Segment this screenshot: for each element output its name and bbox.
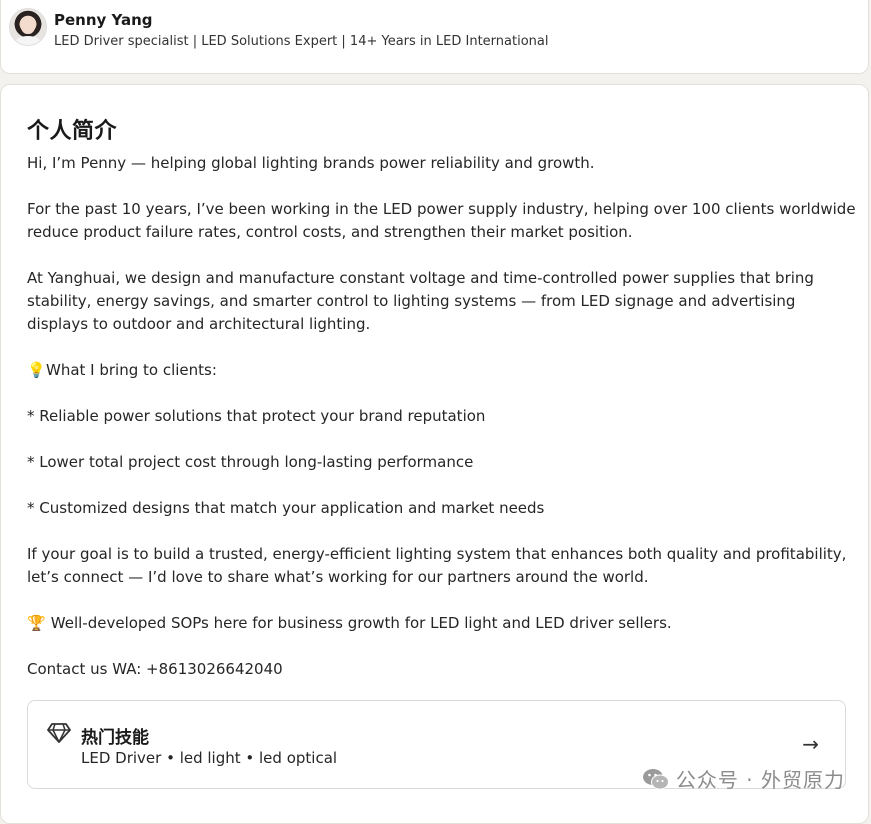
- avatar[interactable]: [9, 8, 47, 46]
- section-title: 个人简介: [27, 119, 118, 144]
- profile-name[interactable]: Penny Yang: [54, 11, 153, 29]
- watermark-text: 公众号 · 外贸原力: [675, 768, 845, 792]
- about-bullet: * Lower total project cost through long-…: [27, 453, 474, 471]
- arrow-right-icon[interactable]: →: [802, 732, 819, 756]
- about-bullet: * Customized designs that match your app…: [27, 499, 545, 517]
- skills-list: LED Driver • led light • led optical: [81, 749, 338, 767]
- about-line-text: What I bring to clients:: [46, 361, 217, 379]
- trophy-icon: 🏆: [27, 614, 46, 632]
- about-bullet: * Reliable power solutions that protect …: [27, 407, 486, 425]
- watermark: 公众号 · 外贸原力: [642, 764, 845, 793]
- diamond-icon: [47, 723, 71, 743]
- about-line: Hi, I’m Penny — helping global lighting …: [27, 154, 595, 172]
- about-contact: Contact us WA: +8613026642040: [27, 660, 283, 678]
- about-line-sops: 🏆 Well-developed SOPs here for business …: [27, 612, 857, 635]
- about-line-text: Well-developed SOPs here for business gr…: [50, 614, 672, 632]
- wechat-icon: [642, 768, 669, 789]
- lightbulb-icon: 💡: [27, 361, 46, 379]
- skills-title: 热门技能: [81, 728, 149, 748]
- about-text: Hi, I’m Penny — helping global lighting …: [27, 152, 857, 681]
- profile-headline: LED Driver specialist | LED Solutions Ex…: [54, 34, 549, 49]
- about-line: If your goal is to build a trusted, ener…: [27, 545, 847, 586]
- about-line-bring: 💡What I bring to clients:: [27, 359, 857, 382]
- about-line: For the past 10 years, I’ve been working…: [27, 200, 856, 241]
- profile-header-card: Penny Yang LED Driver specialist | LED S…: [0, 0, 869, 74]
- about-line: At Yanghuai, we design and manufacture c…: [27, 269, 814, 333]
